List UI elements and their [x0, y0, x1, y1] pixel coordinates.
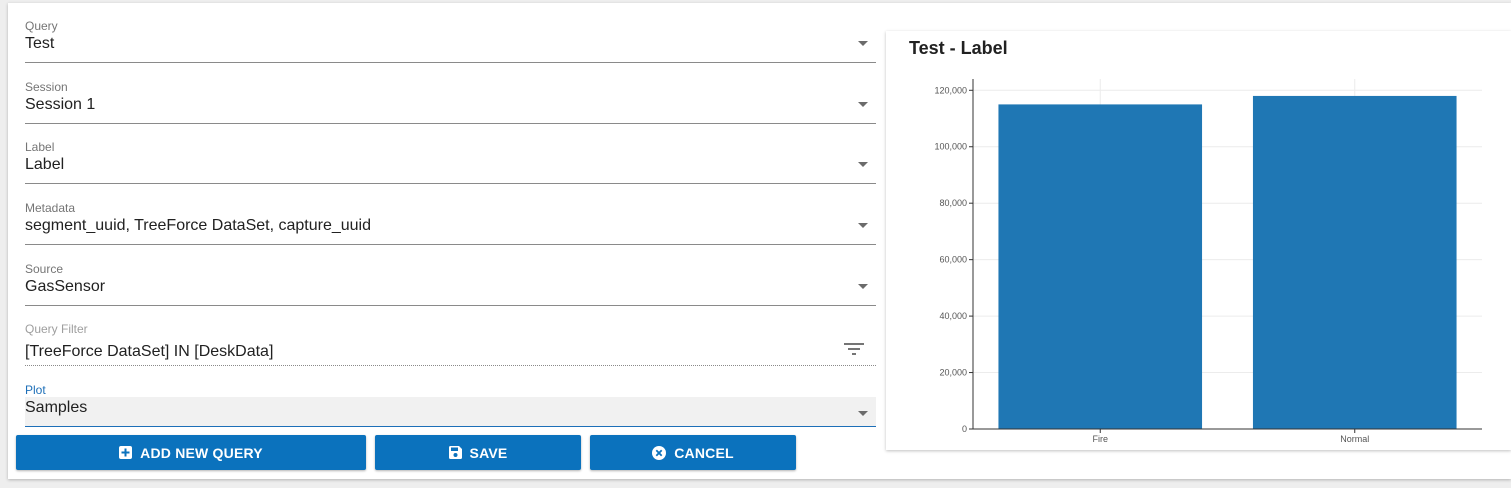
- query-value: Test: [25, 35, 55, 52]
- save-label: SAVE: [469, 444, 508, 461]
- query-label: Query: [25, 19, 58, 33]
- filter-icon[interactable]: [844, 341, 864, 357]
- query-filter-label: Query Filter: [25, 322, 88, 336]
- session-select[interactable]: Session Session 1: [25, 80, 876, 124]
- bar-normal: [1252, 95, 1457, 429]
- source-underline: [25, 305, 876, 306]
- bar-chart: 0 20,000 40,000 60,000 80,000 100,000 120,000 F…: [934, 79, 1482, 444]
- bar-fire: [998, 104, 1203, 429]
- source-select[interactable]: Source GasSensor: [25, 262, 876, 306]
- chart-panel: Test - Label 0 20,000 40,000 60,000 80,000 10…: [886, 31, 1511, 450]
- y-tick-label: 80,000: [939, 198, 967, 208]
- y-tick-label: 40,000: [939, 311, 967, 321]
- add-box-icon: [119, 446, 133, 459]
- chevron-down-icon[interactable]: [858, 162, 868, 167]
- cancel-circle-icon: [652, 445, 667, 460]
- y-tick-label: 60,000: [939, 255, 967, 265]
- plot-select[interactable]: Plot Samples: [25, 383, 876, 427]
- chevron-down-icon[interactable]: [858, 41, 868, 46]
- session-value: Session 1: [25, 96, 96, 113]
- cancel-button[interactable]: CANCEL: [590, 435, 796, 470]
- chevron-down-icon[interactable]: [858, 284, 868, 289]
- y-tick-label: 100,000: [934, 142, 967, 152]
- y-tick-label: 120,000: [934, 85, 967, 95]
- query-filter-value: [TreeForce DataSet] IN [DeskData]: [25, 343, 274, 360]
- plot-underline: [25, 426, 876, 427]
- plot-label: Plot: [25, 383, 46, 397]
- x-tick-label: Fire: [1093, 434, 1109, 444]
- metadata-underline: [25, 244, 876, 245]
- label-label: Label: [25, 140, 55, 154]
- session-label: Session: [25, 80, 68, 94]
- add-new-query-button[interactable]: ADD NEW QUERY: [16, 435, 366, 470]
- x-tick-label: Normal: [1340, 434, 1369, 444]
- query-filter-underline: [25, 365, 876, 366]
- label-value: Label: [25, 156, 65, 173]
- plot-select-background: [25, 397, 876, 427]
- source-value: GasSensor: [25, 278, 106, 295]
- chevron-down-icon[interactable]: [858, 223, 868, 228]
- chevron-down-icon[interactable]: [858, 411, 868, 416]
- plot-value: Samples: [25, 399, 88, 416]
- save-icon: [448, 446, 462, 459]
- query-filter-field[interactable]: Query Filter [TreeForce DataSet] IN [Des…: [25, 322, 876, 366]
- save-button[interactable]: SAVE: [375, 435, 581, 470]
- source-label: Source: [25, 262, 64, 276]
- chevron-down-icon[interactable]: [858, 102, 868, 107]
- metadata-select[interactable]: Metadata segment_uuid, TreeForce DataSet…: [25, 201, 876, 245]
- metadata-label: Metadata: [25, 201, 76, 215]
- query-underline: [25, 62, 876, 63]
- session-underline: [25, 123, 876, 124]
- metadata-value: segment_uuid, TreeForce DataSet, capture…: [25, 217, 371, 234]
- y-tick-label: 20,000: [939, 368, 967, 378]
- label-underline: [25, 183, 876, 184]
- cancel-label: CANCEL: [674, 444, 734, 461]
- add-new-query-label: ADD NEW QUERY: [140, 444, 263, 461]
- query-select[interactable]: Query Test: [25, 19, 876, 63]
- label-select[interactable]: Label Label: [25, 140, 876, 184]
- y-tick-label: 0: [962, 424, 967, 434]
